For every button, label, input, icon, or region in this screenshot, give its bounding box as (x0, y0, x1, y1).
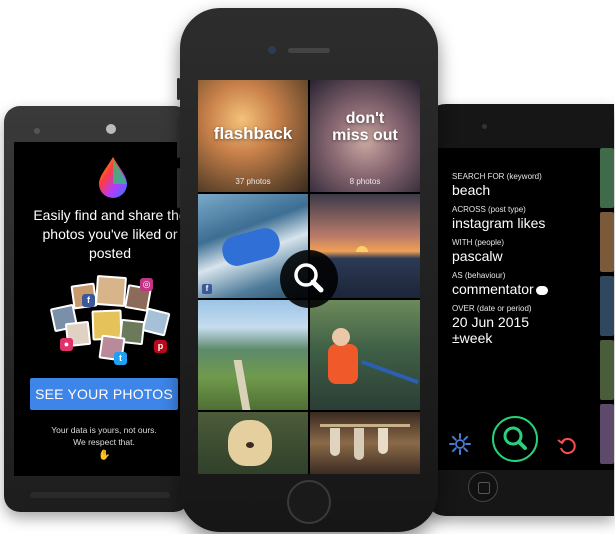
behaviour-value-row[interactable]: commentator (452, 281, 602, 297)
tile-title: flashback (213, 124, 293, 143)
search-screen: SEARCH FOR (keyword) beach ACROSS (post … (434, 148, 614, 470)
utensil (354, 428, 364, 460)
utensil (378, 428, 388, 454)
tile-count: 37 photos (235, 177, 271, 186)
behaviour-label: AS (behaviour) (452, 271, 506, 280)
strip-photo (600, 340, 614, 400)
child-face (332, 328, 350, 346)
twitter-icon: t (114, 352, 127, 365)
puppy-photo[interactable] (198, 412, 308, 474)
valley-photo[interactable] (198, 300, 308, 410)
privacy-note-line2: We respect that. (73, 437, 135, 447)
trail (233, 360, 251, 410)
utensil-rail (320, 424, 410, 427)
keyword-label: SEARCH FOR (keyword) (452, 172, 542, 181)
dont-miss-out-tile[interactable]: don't miss out 8 photos (310, 80, 420, 192)
kitchen-utensils-photo[interactable] (310, 412, 420, 474)
android-screen: Easily find and share the photos you've … (14, 142, 190, 476)
tagline: Easily find and share the photos you've … (33, 207, 187, 261)
strip-photo (600, 404, 614, 464)
strip-photo (600, 148, 614, 208)
date-label: OVER (date or period) (452, 304, 532, 313)
people-label: WITH (people) (452, 238, 505, 247)
search-button[interactable] (492, 416, 538, 462)
photo-grid-screen: flashback 37 photos don't miss out 8 pho… (198, 80, 420, 474)
strip-photo (600, 276, 614, 336)
paddle (361, 359, 419, 385)
strip-photo (600, 212, 614, 272)
date-range-value[interactable]: ±week (452, 330, 602, 346)
post-type-label: ACROSS (post type) (452, 205, 526, 214)
home-button[interactable] (468, 472, 498, 502)
undo-icon[interactable] (556, 434, 578, 456)
tile-count: 8 photos (349, 177, 381, 186)
android-bottom-bezel (30, 492, 170, 498)
sun (356, 246, 368, 252)
collage-photo (94, 274, 128, 308)
privacy-note-line1: Your data is yours, not ours. (51, 425, 157, 435)
rainbow-drop-icon (99, 157, 127, 198)
utensil (330, 428, 340, 456)
center-iphone: flashback 37 photos don't miss out 8 pho… (177, 8, 438, 532)
flickr-icon: ● (60, 338, 73, 351)
front-camera (106, 124, 116, 134)
puppy-nose (246, 442, 254, 448)
see-your-photos-button[interactable]: SEE YOUR PHOTOS (30, 378, 178, 410)
behaviour-field[interactable]: AS (behaviour) commentator (452, 271, 602, 297)
privacy-note: Your data is yours, not ours. We respect… (30, 424, 178, 448)
behaviour-value[interactable]: commentator (452, 281, 534, 297)
keyword-value[interactable]: beach (452, 182, 602, 198)
date-value[interactable]: 20 Jun 2015 (452, 314, 602, 330)
flashback-tile[interactable]: flashback 37 photos (198, 80, 308, 192)
front-camera (482, 124, 487, 129)
right-iphone: SEARCH FOR (keyword) beach ACROSS (post … (424, 104, 614, 516)
photo-strip (600, 148, 614, 470)
people-value[interactable]: pascalw (452, 248, 602, 264)
volume-up-button (177, 118, 180, 158)
volume-down-button (177, 168, 180, 208)
post-type-field[interactable]: ACROSS (post type) instagram likes (452, 205, 602, 231)
tile-title: don't miss out (332, 110, 398, 144)
raft (219, 225, 283, 269)
search-button[interactable] (280, 250, 338, 308)
comment-bubble-icon (535, 285, 548, 295)
photo-collage: f ◎ ● t p (49, 274, 172, 365)
search-form: SEARCH FOR (keyword) beach ACROSS (post … (452, 172, 602, 353)
android-phone: Easily find and share the photos you've … (4, 106, 190, 512)
kids-canoe-photo[interactable] (310, 300, 420, 410)
post-type-value[interactable]: instagram likes (452, 215, 602, 231)
magnifier-icon (294, 263, 324, 293)
mute-switch (177, 78, 180, 100)
pinterest-icon: p (154, 340, 167, 353)
magnifier-icon (503, 426, 527, 450)
facebook-icon: f (82, 294, 95, 307)
earpiece (288, 48, 330, 53)
home-button[interactable] (287, 480, 331, 524)
facebook-icon: f (202, 284, 212, 294)
date-field[interactable]: OVER (date or period) 20 Jun 2015 ±week (452, 304, 602, 346)
hand-icon: ✋ (98, 450, 111, 461)
instagram-icon: ◎ (140, 278, 153, 291)
gear-icon[interactable] (448, 432, 472, 456)
people-field[interactable]: WITH (people) pascalw (452, 238, 602, 264)
front-camera (268, 46, 276, 54)
life-jacket (328, 344, 358, 384)
collage-photo (141, 307, 171, 337)
speaker (34, 128, 40, 134)
keyword-field[interactable]: SEARCH FOR (keyword) beach (452, 172, 602, 198)
